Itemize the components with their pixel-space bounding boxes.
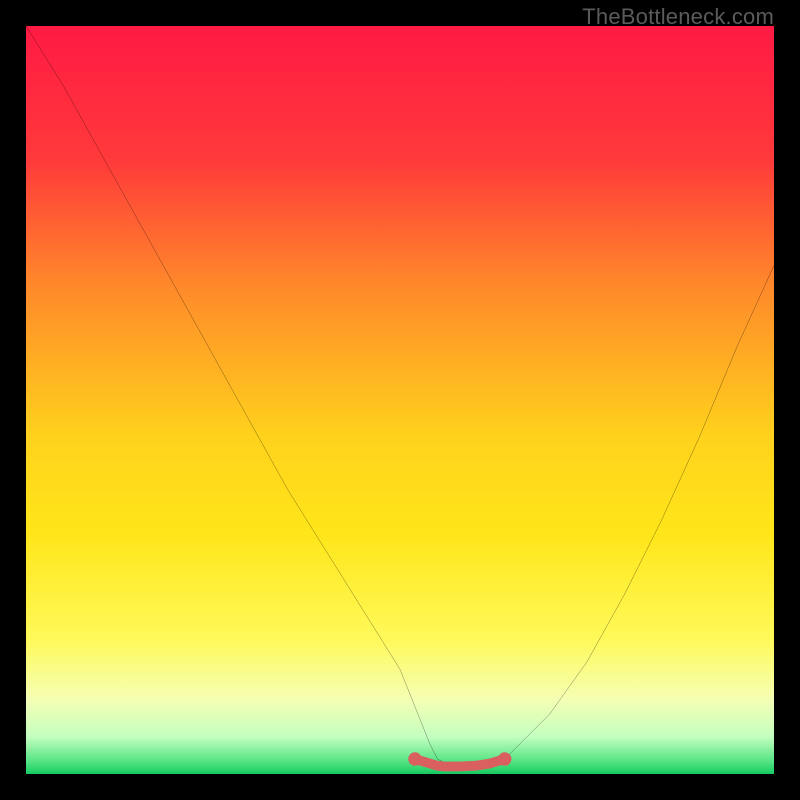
highlight-endpoint-right [498, 752, 511, 765]
bottleneck-curve [26, 26, 774, 767]
plot-area [26, 26, 774, 774]
flat-bottom-highlight [415, 759, 505, 766]
attribution-text: TheBottleneck.com [582, 4, 774, 30]
chart-frame: TheBottleneck.com [0, 0, 800, 800]
highlight-endpoint-left [408, 752, 421, 765]
curve-layer [26, 26, 774, 774]
